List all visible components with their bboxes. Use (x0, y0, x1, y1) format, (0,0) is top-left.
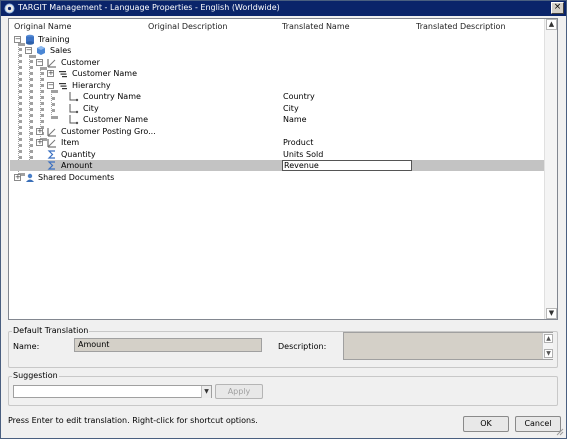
description-label: Description: (278, 342, 327, 351)
column-headers: Original Name Original Description Trans… (9, 19, 545, 33)
node-label: Customer (61, 58, 100, 67)
translated-name[interactable]: Country (283, 91, 315, 102)
hierarchy-icon (59, 83, 67, 90)
node-label: Country Name (83, 92, 141, 101)
dimension-icon (47, 128, 56, 137)
name-field: Amount (74, 338, 262, 352)
collapse-icon[interactable]: − (14, 36, 21, 43)
dimension-icon (47, 139, 56, 148)
node-label: Customer Name (83, 115, 149, 124)
node-label: Training (38, 35, 70, 44)
node-label: Shared Documents (38, 173, 115, 182)
chevron-down-icon[interactable]: ▼ (201, 386, 211, 398)
collapse-icon[interactable]: − (25, 47, 32, 54)
close-glyph: × (553, 2, 562, 12)
description-field (343, 332, 553, 360)
description-scrollbar[interactable]: ▲ ▼ (542, 333, 553, 359)
tree-node-customer[interactable]: − Customer (10, 57, 544, 68)
tree-node-customer-name[interactable]: + Customer Name (10, 68, 544, 79)
tree-node-hierarchy[interactable]: − Hierarchy (10, 80, 544, 91)
suggestion-label: Suggestion (12, 371, 59, 380)
shared-users-icon (26, 173, 34, 182)
ok-button[interactable]: OK (463, 416, 509, 432)
column-translated-name[interactable]: Translated Name (282, 22, 350, 31)
window-title: TARGIT Management - Language Properties … (18, 3, 280, 12)
database-icon (26, 34, 34, 45)
node-label: City (83, 104, 99, 113)
column-original-description[interactable]: Original Description (148, 22, 227, 31)
apply-button[interactable]: Apply (215, 384, 263, 399)
cube-icon (37, 46, 45, 55)
expand-icon[interactable]: + (36, 128, 43, 135)
level-leaf-icon (69, 92, 79, 102)
tree-node-country-name[interactable]: Country Name Country (10, 91, 544, 102)
suggestion-combobox[interactable]: ▼ (13, 385, 212, 398)
tree-node-training[interactable]: − Training (10, 34, 544, 45)
collapse-icon[interactable]: − (47, 82, 54, 89)
translated-name[interactable]: Product (283, 137, 313, 148)
tree-node-item[interactable]: + Item Product (10, 137, 544, 148)
translated-name[interactable]: Name (283, 114, 307, 125)
level-icon (59, 71, 67, 78)
measure-sigma-icon (47, 150, 55, 159)
default-translation-label: Default Translation (12, 326, 90, 335)
title-bar: TARGIT Management - Language Properties … (1, 1, 566, 16)
node-label: Quantity (61, 150, 96, 159)
close-button[interactable]: + × (551, 2, 564, 14)
column-translated-description[interactable]: Translated Description (416, 22, 506, 31)
translated-name-editor[interactable]: Revenue (282, 160, 412, 171)
expand-icon[interactable]: + (14, 174, 21, 181)
resize-grip-icon[interactable] (554, 426, 564, 436)
tree-node-amount[interactable]: Amount Revenue (10, 160, 544, 171)
level-leaf-icon (69, 104, 79, 114)
node-label: Hierarchy (72, 81, 111, 90)
status-hint: Press Enter to edit translation. Right-c… (8, 416, 258, 425)
node-label: Amount (61, 161, 93, 170)
measure-sigma-icon (47, 161, 55, 170)
tree-node-quantity[interactable]: Quantity Units Sold (10, 149, 544, 160)
collapse-icon[interactable]: − (36, 59, 43, 66)
expand-icon[interactable]: + (47, 70, 54, 77)
translated-name[interactable]: Units Sold (283, 149, 323, 160)
expand-icon[interactable]: + (36, 139, 43, 146)
tree-node-customer-name-leaf[interactable]: Customer Name Name (10, 114, 544, 125)
tree-node-city[interactable]: City City (10, 103, 544, 114)
scroll-up-icon[interactable]: ▲ (544, 334, 553, 343)
tree-node-customer-posting-group[interactable]: + Customer Posting Gro... (10, 126, 544, 137)
targit-gear-icon (4, 3, 15, 14)
translation-tree[interactable]: Original Name Original Description Trans… (8, 18, 558, 320)
scroll-up-icon[interactable]: ▲ (546, 19, 557, 30)
node-label: Sales (50, 46, 72, 55)
tree-node-sales[interactable]: − Sales (10, 45, 544, 56)
scroll-down-icon[interactable]: ▼ (546, 308, 557, 319)
dimension-icon (47, 59, 56, 68)
scroll-down-icon[interactable]: ▼ (544, 349, 553, 358)
translated-name[interactable]: City (283, 103, 299, 114)
name-label: Name: (13, 342, 40, 351)
node-label: Customer Posting Gro... (61, 127, 156, 136)
node-label: Customer Name (72, 69, 138, 78)
node-label: Item (61, 138, 80, 147)
language-properties-window: TARGIT Management - Language Properties … (0, 0, 567, 439)
column-original-name[interactable]: Original Name (14, 22, 71, 31)
tree-vertical-scrollbar[interactable]: ▲ ▼ (544, 19, 557, 319)
level-leaf-icon (69, 115, 79, 125)
tree-node-shared-documents[interactable]: + Shared Documents (10, 172, 544, 183)
